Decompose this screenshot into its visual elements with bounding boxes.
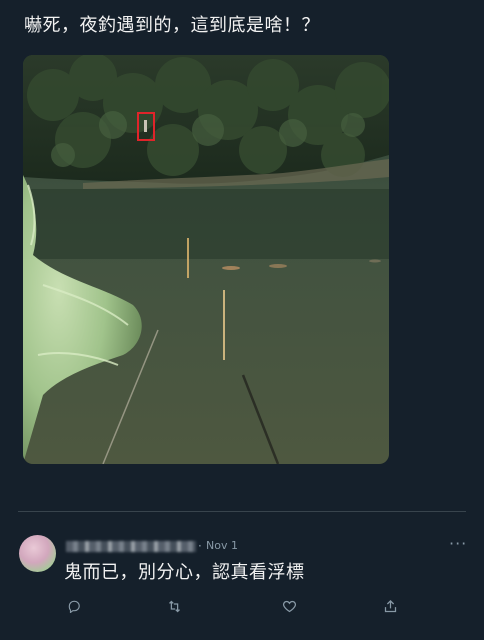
separator-dot: · [198,539,202,553]
share-icon [384,599,396,612]
more-options-button[interactable]: ··· [449,534,467,553]
reply-text: 鬼而已，別分心，認真看浮標 [64,562,305,583]
avatar[interactable] [19,535,56,572]
comment-icon [68,600,80,613]
post-text: 嚇死，夜釣遇到的，這到底是啥！？ [24,15,320,36]
night-fishing-image [23,55,389,464]
like-button[interactable] [279,596,299,616]
post-photo[interactable] [23,55,389,464]
divider [18,511,466,512]
blurred-username[interactable] [66,541,196,552]
reply-button[interactable] [64,596,84,616]
retweet-button[interactable] [164,596,184,616]
heart-icon [282,600,296,612]
reply-date[interactable]: Nov 1 [206,539,238,552]
retweet-icon [168,600,180,612]
share-button[interactable] [380,596,400,616]
